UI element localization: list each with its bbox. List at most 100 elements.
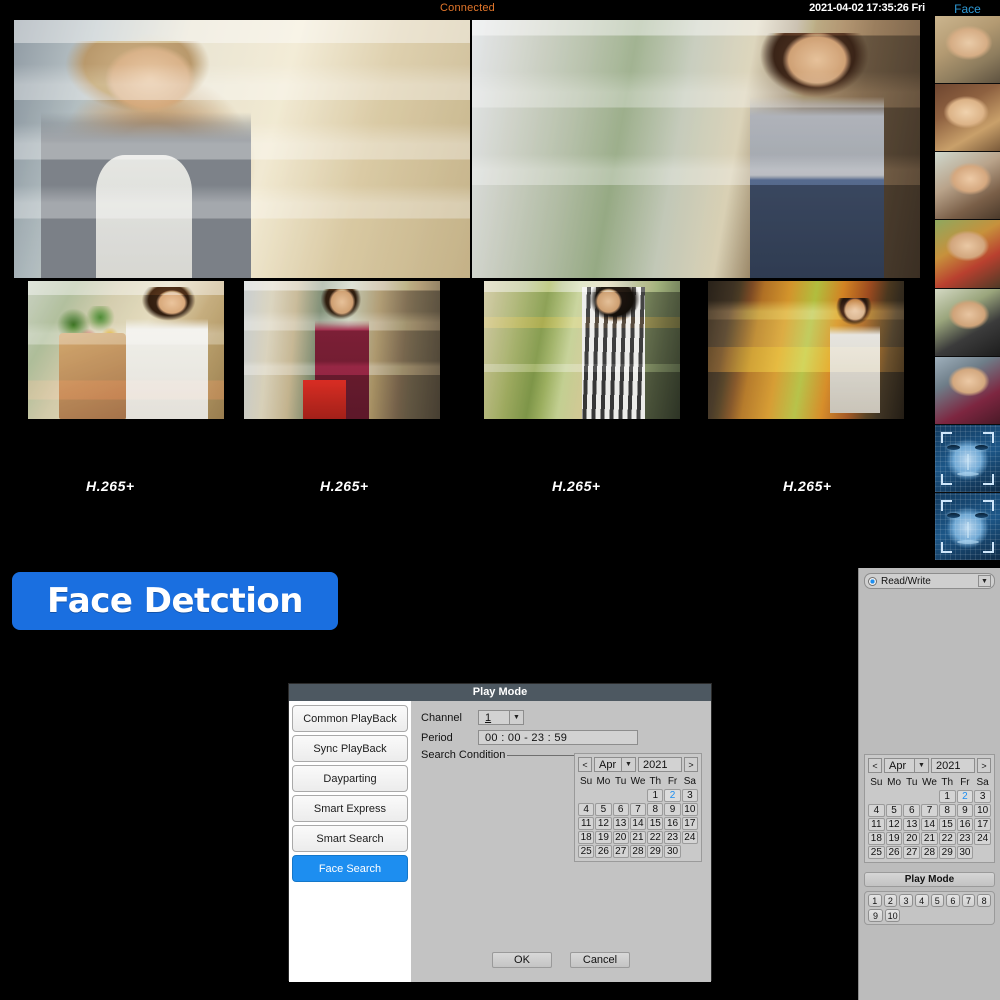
calendar-day-5[interactable]: 5 — [595, 803, 612, 816]
channel-button-7[interactable]: 7 — [961, 894, 976, 907]
calendar-day-8[interactable]: 8 — [938, 804, 956, 817]
calendar-day-29[interactable]: 29 — [647, 845, 664, 858]
channel-button-8[interactable]: 8 — [977, 894, 991, 907]
calendar-day-8[interactable]: 8 — [647, 803, 664, 816]
channel-button-5[interactable]: 5 — [930, 894, 945, 907]
calendar-day-13[interactable]: 13 — [903, 818, 921, 831]
channel-button-9[interactable]: 9 — [868, 909, 884, 922]
calendar-day-26[interactable]: 26 — [885, 846, 903, 859]
calendar-day-28[interactable]: 28 — [921, 846, 938, 859]
face-capture-2[interactable] — [935, 84, 1000, 152]
calendar-day-20[interactable]: 20 — [903, 832, 921, 845]
calendar-month-select[interactable]: Apr ▼ — [594, 757, 636, 772]
calendar-day-16[interactable]: 16 — [664, 817, 681, 830]
calendar-day-4[interactable]: 4 — [868, 804, 885, 817]
calendar-day-6[interactable]: 6 — [903, 804, 921, 817]
calendar-day-3[interactable]: 3 — [681, 789, 698, 802]
calendar-day-18[interactable]: 18 — [868, 832, 885, 845]
calendar-day-11[interactable]: 11 — [868, 818, 885, 831]
calendar-next-button[interactable]: > — [684, 757, 698, 772]
channel-button-3[interactable]: 3 — [899, 894, 913, 907]
face-mesh-2[interactable] — [935, 492, 1000, 560]
video-tile-main-right[interactable] — [472, 20, 920, 278]
calendar-day-4[interactable]: 4 — [578, 803, 595, 816]
period-input[interactable]: 00 : 00 - 23 : 59 — [478, 730, 638, 745]
chevron-down-icon[interactable]: ▼ — [978, 575, 991, 587]
calendar-day-22[interactable]: 22 — [647, 831, 664, 844]
mode-smart-search[interactable]: Smart Search — [292, 825, 408, 852]
calendar-day-28[interactable]: 28 — [629, 845, 647, 858]
calendar-day-30[interactable]: 30 — [664, 845, 681, 858]
ok-button[interactable]: OK — [492, 952, 552, 968]
mode-face-search[interactable]: Face Search — [292, 855, 408, 882]
channel-button-2[interactable]: 2 — [883, 894, 898, 907]
calendar-day-19[interactable]: 19 — [595, 831, 612, 844]
face-capture-5[interactable] — [935, 288, 1000, 356]
calendar-day-3[interactable]: 3 — [974, 790, 991, 803]
calendar-day-29[interactable]: 29 — [938, 846, 956, 859]
calendar-day-2[interactable]: 2 — [664, 789, 681, 802]
calendar-day-14[interactable]: 14 — [921, 818, 938, 831]
calendar-day-23[interactable]: 23 — [664, 831, 681, 844]
calendar-day-16[interactable]: 16 — [956, 818, 974, 831]
calendar-day-15[interactable]: 15 — [647, 817, 664, 830]
calendar-next-button[interactable]: > — [977, 758, 991, 773]
calendar-day-1[interactable]: 1 — [647, 789, 664, 802]
calendar-day-21[interactable]: 21 — [921, 832, 938, 845]
calendar-day-17[interactable]: 17 — [681, 817, 698, 830]
mode-common-playback[interactable]: Common PlayBack — [292, 705, 408, 732]
face-capture-4[interactable] — [935, 220, 1000, 288]
face-capture-6[interactable] — [935, 356, 1000, 424]
channel-button-4[interactable]: 4 — [914, 894, 929, 907]
channel-button-10[interactable]: 10 — [885, 909, 901, 922]
calendar-day-25[interactable]: 25 — [578, 845, 595, 858]
calendar-day-21[interactable]: 21 — [629, 831, 647, 844]
face-capture-3[interactable] — [935, 152, 1000, 220]
calendar-day-9[interactable]: 9 — [956, 804, 974, 817]
chevron-down-icon[interactable]: ▼ — [621, 758, 635, 771]
video-tile-thumb-4[interactable] — [708, 281, 904, 419]
calendar-day-7[interactable]: 7 — [921, 804, 938, 817]
calendar-day-25[interactable]: 25 — [868, 846, 885, 859]
calendar-day-19[interactable]: 19 — [885, 832, 903, 845]
calendar-day-2[interactable]: 2 — [956, 790, 974, 803]
face-capture-1[interactable] — [935, 16, 1000, 84]
chevron-down-icon[interactable]: ▼ — [914, 759, 928, 772]
calendar-day-24[interactable]: 24 — [974, 832, 991, 845]
calendar-day-18[interactable]: 18 — [578, 831, 595, 844]
play-mode-button[interactable]: Play Mode — [864, 872, 995, 887]
calendar-day-30[interactable]: 30 — [956, 846, 974, 859]
calendar-prev-button[interactable]: < — [868, 758, 882, 773]
calendar-month-select[interactable]: Apr ▼ — [884, 758, 929, 773]
cancel-button[interactable]: Cancel — [570, 952, 630, 968]
calendar-day-23[interactable]: 23 — [956, 832, 974, 845]
mode-smart-express[interactable]: Smart Express — [292, 795, 408, 822]
video-tile-thumb-3[interactable] — [484, 281, 680, 419]
calendar-day-12[interactable]: 12 — [885, 818, 903, 831]
calendar-year-input[interactable]: 2021 — [931, 758, 975, 773]
calendar-day-6[interactable]: 6 — [612, 803, 629, 816]
calendar-year-input[interactable]: 2021 — [638, 757, 682, 772]
face-mesh-1[interactable] — [935, 424, 1000, 492]
calendar-day-26[interactable]: 26 — [595, 845, 612, 858]
calendar-day-7[interactable]: 7 — [629, 803, 647, 816]
radio-selected-icon[interactable] — [868, 576, 877, 586]
calendar-day-9[interactable]: 9 — [664, 803, 681, 816]
video-tile-main-left[interactable] — [14, 20, 470, 278]
calendar-day-20[interactable]: 20 — [612, 831, 629, 844]
channel-button-1[interactable]: 1 — [868, 894, 882, 907]
calendar-day-11[interactable]: 11 — [578, 817, 595, 830]
calendar-day-27[interactable]: 27 — [903, 846, 921, 859]
channel-select[interactable]: 1 ▼ — [478, 710, 524, 725]
calendar-day-15[interactable]: 15 — [938, 818, 956, 831]
video-tile-thumb-1[interactable] — [28, 281, 224, 419]
calendar-day-5[interactable]: 5 — [885, 804, 903, 817]
video-tile-thumb-2[interactable] — [244, 281, 440, 419]
tab-face[interactable]: Face — [935, 2, 1000, 16]
disk-mode-select[interactable]: Read/Write ▼ — [864, 573, 995, 589]
channel-button-6[interactable]: 6 — [946, 894, 960, 907]
chevron-down-icon[interactable]: ▼ — [509, 711, 523, 724]
mode-sync-playback[interactable]: Sync PlayBack — [292, 735, 408, 762]
calendar-day-22[interactable]: 22 — [938, 832, 956, 845]
calendar-prev-button[interactable]: < — [578, 757, 592, 772]
